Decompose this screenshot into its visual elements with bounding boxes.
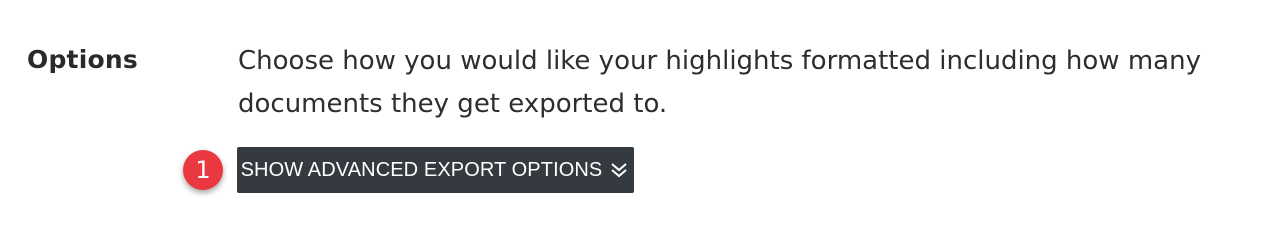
options-heading: Options (27, 45, 138, 74)
double-chevron-down-icon (608, 159, 630, 181)
options-description: Choose how you would like your highlight… (238, 46, 1201, 119)
advanced-export-options-label: SHOW ADVANCED EXPORT OPTIONS (240, 158, 603, 181)
show-advanced-export-options-button[interactable]: SHOW ADVANCED EXPORT OPTIONS (237, 147, 634, 193)
step-number-badge: 1 (183, 150, 223, 190)
